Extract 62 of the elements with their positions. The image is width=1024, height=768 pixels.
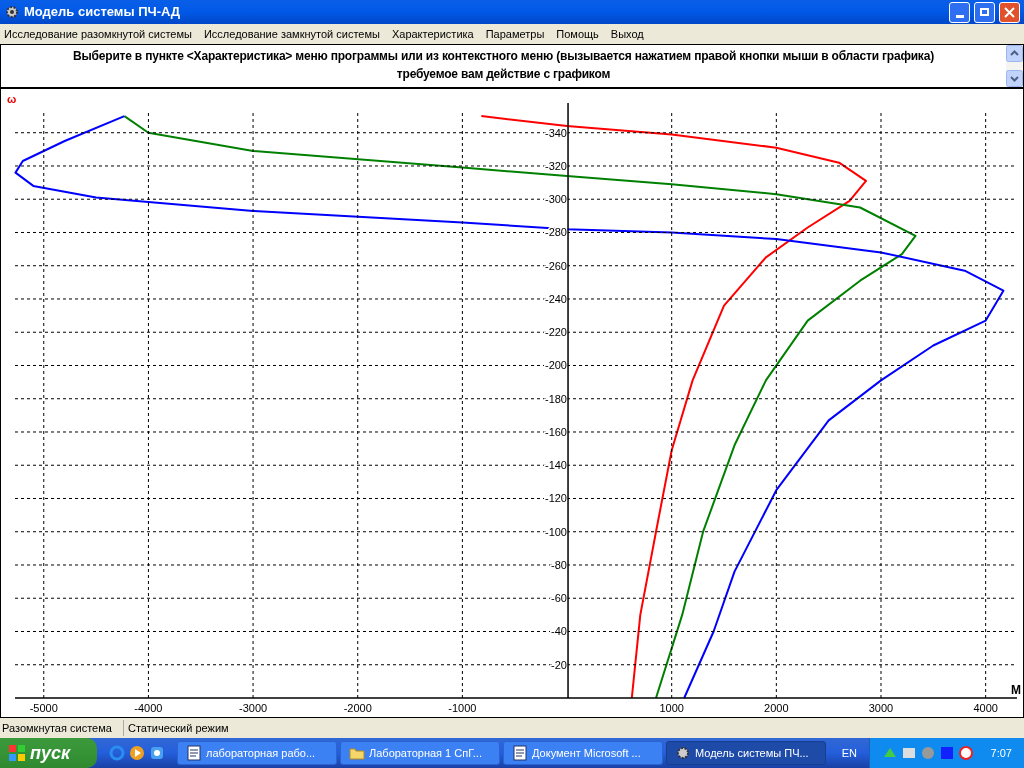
close-icon — [1004, 6, 1015, 18]
y-axis-label: ω — [7, 93, 17, 105]
scroll-up-button[interactable] — [1006, 45, 1023, 62]
y-tick-label: -100 — [544, 525, 567, 538]
y-tick-label: -200 — [544, 359, 567, 372]
menu-item[interactable]: Исследование замкнутой системы — [203, 25, 380, 43]
y-tick-label: -280 — [544, 226, 567, 239]
y-tick-label: -160 — [544, 426, 567, 438]
y-tick-label: -240 — [544, 293, 567, 305]
message-text: требуемое вам действие с графиком — [395, 66, 612, 83]
y-tick-label: -340 — [544, 126, 567, 139]
menu-item[interactable]: Выход — [610, 25, 644, 43]
clock: 7:07 — [990, 745, 1013, 761]
messenger-icon[interactable] — [149, 745, 165, 761]
menu-item[interactable]: Параметры — [485, 25, 545, 43]
language-indicator[interactable]: EN — [829, 744, 869, 762]
document-icon — [512, 745, 528, 761]
windows-logo-icon — [8, 744, 26, 762]
start-button[interactable]: пуск — [0, 738, 97, 768]
x-tick-label: -1000 — [448, 702, 477, 714]
y-tick-label: -20 — [551, 658, 567, 671]
tray-icon[interactable] — [958, 745, 974, 761]
status-text: Разомкнутая система — [0, 719, 124, 737]
folder-icon — [349, 745, 365, 761]
scroll-down-button[interactable] — [1006, 70, 1023, 87]
status-text: Статический режим — [127, 720, 230, 736]
x-tick-label: 3000 — [868, 702, 894, 714]
x-tick-label: -2000 — [343, 702, 372, 714]
y-tick-label: -300 — [544, 193, 567, 206]
taskbar-button[interactable]: Документ Microsoft ... — [503, 741, 663, 765]
message-text: Выберите в пункте <Характеристика> меню программы или из контекстного меню (вызывается нажатием правой кнопки мыши в области графика) — [72, 48, 935, 65]
x-axis-label: M — [1011, 683, 1021, 697]
y-tick-label: -320 — [544, 160, 567, 172]
restore-button[interactable] — [974, 1, 995, 23]
minimize-button[interactable] — [949, 1, 970, 23]
tray-icon[interactable] — [901, 745, 917, 761]
x-tick-label: -5000 — [29, 702, 58, 714]
y-tick-label: -40 — [551, 625, 567, 638]
taskbar-button[interactable]: лабораторная рабо... — [177, 741, 337, 765]
document-icon — [186, 745, 202, 761]
gear-icon — [675, 745, 691, 761]
media-player-icon[interactable] — [129, 745, 145, 761]
x-tick-label: 1000 — [659, 702, 684, 714]
y-tick-label: -80 — [551, 559, 567, 571]
y-tick-label: -180 — [544, 392, 567, 405]
y-tick-label: -140 — [544, 459, 567, 472]
gear-icon — [4, 4, 20, 20]
y-tick-label: -60 — [551, 592, 567, 605]
x-tick-label: -4000 — [134, 702, 163, 714]
close-button[interactable] — [999, 1, 1020, 23]
menu-item[interactable]: Помощь — [556, 25, 599, 43]
x-tick-label: 2000 — [764, 702, 789, 714]
y-tick-label: -260 — [544, 259, 567, 272]
y-tick-label: -220 — [544, 326, 567, 339]
y-tick-label: -120 — [544, 492, 567, 505]
window-title: Модель системы ПЧ-АД — [24, 3, 182, 22]
menu-item[interactable]: Исследование разомкнутой системы — [4, 25, 192, 43]
taskbar-button[interactable]: Лабораторная 1 СпГ... — [340, 741, 500, 765]
taskbar-button[interactable]: Модель системы ПЧ... — [666, 741, 826, 765]
x-tick-label: -3000 — [239, 702, 268, 714]
x-tick-label: 4000 — [973, 702, 998, 714]
menu-item[interactable]: Характеристика — [391, 25, 474, 43]
